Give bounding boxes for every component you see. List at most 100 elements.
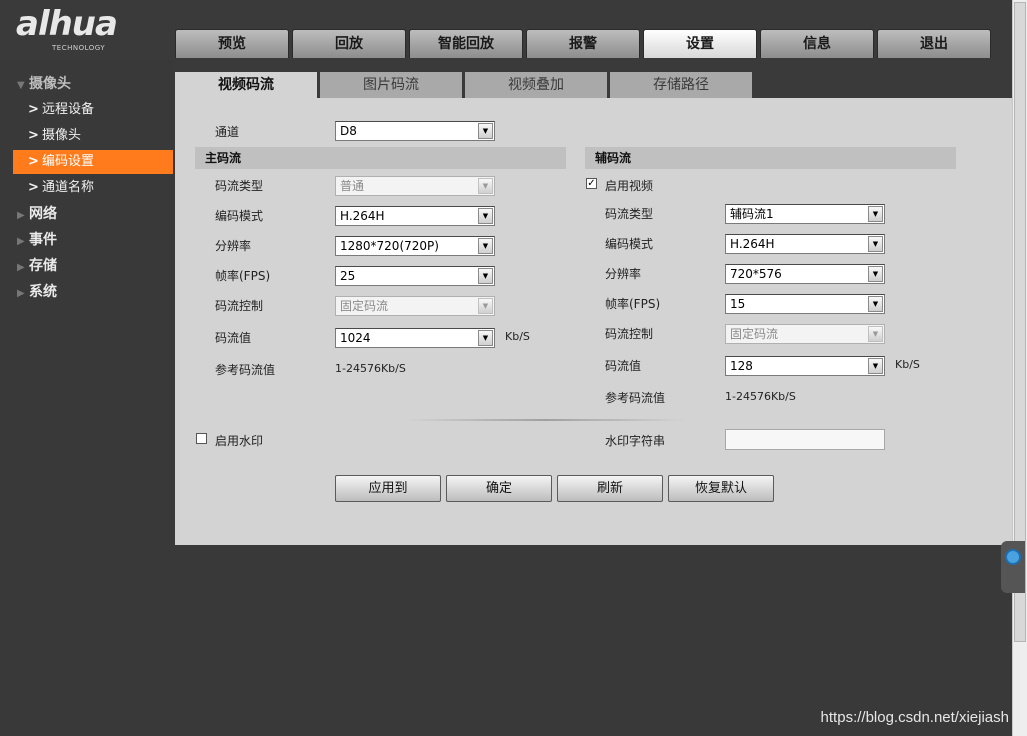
header: alhua TECHNOLOGY 预览 回放 智能回放 报警 设置 信息 退出 [0, 0, 1027, 60]
dropdown-arrow-icon: ▼ [478, 238, 493, 254]
dropdown-arrow-icon: ▼ [868, 206, 883, 222]
main-bitrate-select[interactable]: 1024 ▼ [335, 328, 495, 348]
main-stream-type-select: 普通 ▼ [335, 176, 495, 196]
sub-stream-type-select[interactable]: 辅码流1 ▼ [725, 204, 885, 224]
main-fps-select[interactable]: 25 ▼ [335, 266, 495, 286]
sidebar-item-camera[interactable]: > 摄像头 [13, 124, 173, 148]
subtab-picture-stream[interactable]: 图片码流 [320, 72, 462, 98]
sidebar-item-label: 编码设置 [42, 154, 95, 169]
tab-logout[interactable]: 退出 [877, 29, 991, 58]
channel-value: D8 [340, 124, 357, 138]
chevron-right-icon: > [28, 102, 39, 117]
tab-info[interactable]: 信息 [760, 29, 874, 58]
sub-resolution-value: 720*576 [730, 267, 782, 281]
main-bitrate-control-label: 码流控制 [215, 299, 264, 313]
main-bitrate-control-select: 固定码流 ▼ [335, 296, 495, 316]
refresh-button[interactable]: 刷新 [557, 475, 663, 502]
watermark-string-label: 水印字符串 [605, 434, 666, 448]
apply-to-button[interactable]: 应用到 [335, 475, 441, 502]
main-encode-mode-label: 编码模式 [215, 209, 264, 223]
sidebar-item-remote-device[interactable]: > 远程设备 [13, 98, 173, 122]
main-resolution-label: 分辨率 [215, 239, 252, 253]
main-ref-bitrate-label: 参考码流值 [215, 363, 276, 377]
sub-stream-type-value: 辅码流1 [730, 207, 774, 221]
sidebar-category-label: 系统 [29, 284, 57, 300]
chat-icon [1005, 549, 1021, 565]
subtab-video-stream[interactable]: 视频码流 [175, 72, 317, 98]
subtab-storage-path[interactable]: 存储路径 [610, 72, 752, 98]
sidebar-category-storage[interactable]: ▶ 存储 [17, 254, 57, 278]
sub-encode-mode-label: 编码模式 [605, 237, 654, 251]
tab-settings[interactable]: 设置 [643, 29, 757, 58]
divider [405, 419, 685, 421]
triangle-right-icon: ▶ [17, 236, 25, 247]
sidebar: ▼ 摄像头 > 远程设备 > 摄像头 > 编码设置 > 通道名称 ▶ 网络 ▶ 事件 ▶ 存储 … [0, 60, 175, 736]
sub-bitrate-select[interactable]: 128 ▼ [725, 356, 885, 376]
sub-bitrate-label: 码流值 [605, 359, 642, 373]
channel-select[interactable]: D8 ▼ [335, 121, 495, 141]
tab-alarm[interactable]: 报警 [526, 29, 640, 58]
main-fps-value: 25 [340, 269, 356, 283]
sidebar-item-label: 通道名称 [42, 180, 95, 195]
tab-playback[interactable]: 回放 [292, 29, 406, 58]
triangle-right-icon: ▶ [17, 262, 25, 273]
main-ref-bitrate-value: 1-24576Kb/S [335, 362, 406, 375]
main-encode-mode-select[interactable]: H.264H ▼ [335, 206, 495, 226]
sub-ref-bitrate-value: 1-24576Kb/S [725, 390, 796, 403]
sidebar-category-event[interactable]: ▶ 事件 [17, 228, 57, 252]
main-stream-header: 主码流 [195, 147, 566, 169]
sidebar-item-label: 摄像头 [42, 128, 82, 143]
sub-resolution-label: 分辨率 [605, 267, 642, 281]
tab-smart-playback[interactable]: 智能回放 [409, 29, 523, 58]
main-panel: 视频码流 图片码流 视频叠加 存储路径 通道 D8 ▼ 主码流 码流类型 普通 … [175, 60, 1012, 545]
chevron-right-icon: > [28, 180, 39, 195]
floating-chat-widget[interactable] [1001, 541, 1025, 593]
sidebar-item-channel-name[interactable]: > 通道名称 [13, 176, 173, 200]
main-resolution-select[interactable]: 1280*720(720P) ▼ [335, 236, 495, 256]
sub-stream-header: 辅码流 [585, 147, 956, 169]
sub-encode-mode-select[interactable]: H.264H ▼ [725, 234, 885, 254]
sub-resolution-select[interactable]: 720*576 ▼ [725, 264, 885, 284]
subtab-video-overlay[interactable]: 视频叠加 [465, 72, 607, 98]
main-bitrate-label: 码流值 [215, 331, 252, 345]
sub-bitrate-control-select: 固定码流 ▼ [725, 324, 885, 344]
sub-fps-value: 15 [730, 297, 746, 311]
sub-ref-bitrate-label: 参考码流值 [605, 391, 666, 405]
top-navigation: 预览 回放 智能回放 报警 设置 信息 退出 [175, 29, 994, 59]
main-bitrate-value: 1024 [340, 331, 371, 345]
main-encode-mode-value: H.264H [340, 209, 385, 223]
watermark-string-input[interactable] [725, 429, 885, 450]
sidebar-category-label: 事件 [29, 232, 57, 248]
sidebar-item-encode-settings[interactable]: > 编码设置 [13, 150, 173, 174]
dropdown-arrow-icon: ▼ [868, 358, 883, 374]
enable-video-checkbox[interactable]: ✓ [586, 178, 597, 189]
dropdown-arrow-icon: ▼ [478, 208, 493, 224]
sub-fps-select[interactable]: 15 ▼ [725, 294, 885, 314]
sidebar-category-network[interactable]: ▶ 网络 [17, 202, 57, 226]
sidebar-item-label: 远程设备 [42, 102, 95, 117]
dropdown-arrow-icon: ▼ [478, 268, 493, 284]
sidebar-category-label: 存储 [29, 258, 57, 274]
vertical-scrollbar[interactable] [1012, 0, 1027, 736]
ok-button[interactable]: 确定 [446, 475, 552, 502]
enable-watermark-checkbox[interactable] [196, 433, 207, 444]
restore-default-button[interactable]: 恢复默认 [668, 475, 774, 502]
enable-video-label: 启用视频 [605, 179, 654, 193]
main-resolution-value: 1280*720(720P) [340, 239, 439, 253]
sub-bitrate-value: 128 [730, 359, 753, 373]
sidebar-category-label: 摄像头 [29, 76, 71, 92]
sidebar-category-camera[interactable]: ▼ 摄像头 [17, 72, 71, 96]
dropdown-arrow-icon: ▼ [868, 296, 883, 312]
sub-encode-mode-value: H.264H [730, 237, 775, 251]
channel-label: 通道 [215, 125, 240, 139]
sub-stream-type-label: 码流类型 [605, 207, 654, 221]
dahua-logo: alhua TECHNOLOGY [16, 4, 156, 52]
tab-preview[interactable]: 预览 [175, 29, 289, 58]
dropdown-arrow-icon: ▼ [868, 236, 883, 252]
dropdown-arrow-icon: ▼ [478, 178, 493, 194]
logo-text: alhua [16, 4, 118, 44]
sub-bitrate-unit: Kb/S [895, 358, 920, 371]
main-bitrate-control-value: 固定码流 [340, 299, 389, 313]
dropdown-arrow-icon: ▼ [868, 326, 883, 342]
sidebar-category-system[interactable]: ▶ 系统 [17, 280, 57, 304]
